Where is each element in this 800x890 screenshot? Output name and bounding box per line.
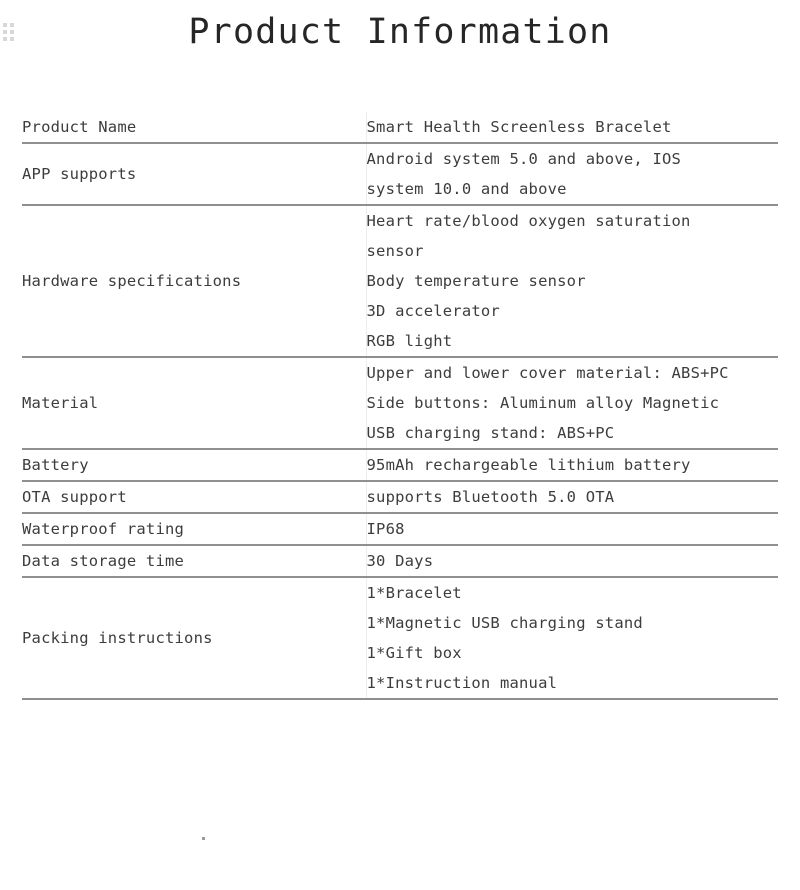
spec-value-line: 1*Instruction manual: [366, 674, 558, 692]
spec-value-line: USB charging stand: ABS+PC: [366, 424, 615, 442]
spec-value-line: supports Bluetooth 5.0 OTA: [366, 488, 615, 506]
image-artifact-speck: [202, 837, 205, 840]
spec-value-line: Heart rate/blood oxygen saturation: [366, 212, 691, 230]
spec-value-line: Upper and lower cover material: ABS+PC: [366, 364, 729, 382]
spec-value-cell: 95mAh rechargeable lithium battery: [366, 449, 778, 482]
spec-value-line: Smart Health Screenless Bracelet: [366, 118, 672, 136]
spec-value-cell: Heart rate/blood oxygen saturation sensor…: [366, 205, 778, 358]
spec-value-line: system 10.0 and above: [366, 180, 567, 198]
spec-label-cell: OTA support: [22, 481, 367, 514]
spec-value-cell: Upper and lower cover material: ABS+PC Si…: [366, 357, 778, 450]
spec-label-text: Packing instructions: [22, 629, 213, 647]
product-spec-table: Product Name Smart Health Screenless Brac…: [22, 112, 778, 700]
spec-value-cell: IP68: [366, 513, 778, 546]
spec-label-cell: Hardware specifications: [22, 205, 367, 358]
spec-value-line: Android system 5.0 and above, IOS: [366, 150, 682, 168]
table-row: Packing instructions 1*Bracelet 1*Magnetic…: [22, 577, 778, 700]
spec-label-cell: Waterproof rating: [22, 513, 367, 546]
handle-dot: [3, 30, 7, 34]
table-row: APP supports Android system 5.0 and above…: [22, 143, 778, 206]
drag-handle-dots-icon[interactable]: [3, 23, 17, 43]
table-row: OTA support supports Bluetooth 5.0 OTA: [22, 481, 778, 514]
spec-value-line: RGB light: [366, 332, 453, 350]
table-row: Data storage time 30 Days: [22, 545, 778, 578]
spec-label-text: Battery: [22, 456, 89, 474]
spec-label-text: Data storage time: [22, 552, 185, 570]
table-row: Battery 95mAh rechargeable lithium batter…: [22, 449, 778, 482]
spec-value-line: 3D accelerator: [366, 302, 500, 320]
spec-label-text: Hardware specifications: [22, 272, 242, 290]
spec-value-line: 95mAh rechargeable lithium battery: [366, 456, 691, 474]
handle-dot: [10, 23, 14, 27]
spec-value-cell: Smart Health Screenless Bracelet: [366, 112, 778, 144]
table-row: Material Upper and lower cover material: …: [22, 357, 778, 450]
spec-value-cell: Android system 5.0 and above, IOS system …: [366, 143, 778, 206]
handle-dot: [10, 30, 14, 34]
spec-value-cell: 30 Days: [366, 545, 778, 578]
spec-label-cell: Material: [22, 357, 367, 450]
spec-value-line: Body temperature sensor: [366, 272, 586, 290]
spec-value-cell: supports Bluetooth 5.0 OTA: [366, 481, 778, 514]
spec-value-line: 1*Magnetic USB charging stand: [366, 614, 643, 632]
spec-label-cell: Product Name: [22, 112, 367, 144]
spec-label-text: Product Name: [22, 118, 137, 136]
table-row: Product Name Smart Health Screenless Brac…: [22, 112, 778, 144]
spec-value-line: 30 Days: [366, 552, 434, 570]
spec-value-line: 1*Gift box: [366, 644, 462, 662]
spec-value-line: 1*Bracelet: [366, 584, 462, 602]
handle-dot: [3, 37, 7, 41]
spec-label-text: APP supports: [22, 165, 137, 183]
spec-label-cell: Data storage time: [22, 545, 367, 578]
spec-label-cell: Battery: [22, 449, 367, 482]
spec-table-body: Product Name Smart Health Screenless Brac…: [22, 112, 778, 700]
page-title: Product Information: [188, 12, 612, 52]
handle-dot: [10, 37, 14, 41]
spec-value-line: Side buttons: Aluminum alloy Magnetic: [366, 394, 720, 412]
spec-label-cell: APP supports: [22, 143, 367, 206]
spec-label-cell: Packing instructions: [22, 577, 367, 700]
spec-label-text: Material: [22, 394, 99, 412]
spec-label-text: OTA support: [22, 488, 127, 506]
handle-dot: [3, 23, 7, 27]
product-spec-section: Product Name Smart Health Screenless Brac…: [22, 112, 778, 700]
table-row: Waterproof rating IP68: [22, 513, 778, 546]
table-row: Hardware specifications Heart rate/blood …: [22, 205, 778, 358]
spec-value-line: sensor: [366, 242, 424, 260]
spec-value-cell: 1*Bracelet 1*Magnetic USB charging stand 1…: [366, 577, 778, 700]
spec-label-text: Waterproof rating: [22, 520, 185, 538]
spec-value-line: IP68: [366, 520, 405, 538]
